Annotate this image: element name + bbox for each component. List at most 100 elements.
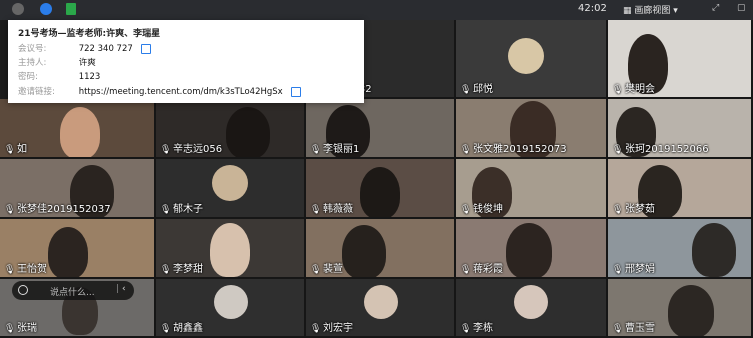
participant-avatar bbox=[364, 285, 398, 319]
participant-name: 🎙 如 bbox=[4, 144, 27, 155]
participant-video bbox=[360, 167, 400, 217]
exam-room-title: 21号考场—监考老师:许爽、李瑞星 bbox=[18, 29, 161, 39]
meeting-id-label: 会议号: bbox=[18, 44, 47, 54]
participant-name: 🎙 胡鑫鑫 bbox=[160, 323, 203, 334]
mic-icon: 🎙 bbox=[612, 85, 624, 95]
video-tile[interactable]: 🎙 张珂2019152066 bbox=[608, 99, 753, 159]
participant-video bbox=[506, 223, 552, 277]
participant-video bbox=[48, 227, 88, 277]
mic-icon: 🎙 bbox=[160, 205, 172, 215]
view-mode-button[interactable]: ▦ 画廊视图 ▾ bbox=[623, 3, 678, 16]
mic-icon: 🎙 bbox=[4, 205, 16, 215]
host-label: 主持人: bbox=[18, 58, 47, 68]
signal-icon bbox=[66, 3, 76, 15]
participant-name: 🎙 樊明会 bbox=[612, 84, 655, 95]
meeting-duration: 42:02 bbox=[578, 3, 607, 14]
video-tile[interactable]: 🎙 蒋彩霞 bbox=[456, 219, 608, 279]
participant-name: 🎙 蒋彩霞 bbox=[460, 264, 503, 275]
participant-name: 🎙 王怡贺 bbox=[4, 264, 47, 275]
mic-icon: 🎙 bbox=[310, 324, 322, 334]
copy-icon[interactable] bbox=[141, 43, 152, 54]
password-label: 密码: bbox=[18, 72, 38, 82]
participant-name: 🎙 张珂2019152066 bbox=[612, 144, 709, 155]
mic-icon: 🎙 bbox=[4, 324, 16, 334]
video-tile[interactable]: 🎙 王怡贺 bbox=[0, 219, 156, 279]
video-tile[interactable]: 🎙 郁木子 bbox=[156, 159, 306, 219]
mic-icon: 🎙 bbox=[160, 324, 172, 334]
security-shield-icon[interactable] bbox=[40, 3, 52, 15]
window-icon[interactable]: ▢ bbox=[737, 3, 746, 13]
participant-avatar bbox=[214, 285, 248, 319]
video-tile[interactable]: 🎙 韩薇薇 bbox=[306, 159, 456, 219]
chat-input-bar[interactable]: 说点什么... | ‹ bbox=[12, 281, 134, 300]
mic-icon: 🎙 bbox=[460, 265, 472, 275]
video-tile[interactable]: 🎙 邱悦 bbox=[456, 20, 608, 99]
video-tile[interactable]: 🎙 辛志远056 bbox=[156, 99, 306, 159]
video-tile[interactable]: 🎙 如 bbox=[0, 99, 156, 159]
host-value: 许爽 bbox=[78, 58, 96, 68]
participant-video bbox=[342, 225, 386, 277]
video-tile[interactable]: 🎙 樊明会 bbox=[608, 20, 753, 99]
participant-name: 🎙 邱悦 bbox=[460, 84, 493, 95]
mic-icon: 🎙 bbox=[4, 265, 16, 275]
video-tile[interactable]: 🎙 钱俊坤 bbox=[456, 159, 608, 219]
video-tile[interactable]: 🎙 张梦茹 bbox=[608, 159, 753, 219]
participant-video bbox=[692, 223, 736, 277]
invite-link-value[interactable]: https://meeting.tencent.com/dm/k3sTLo42H… bbox=[79, 87, 283, 97]
mic-icon: 🎙 bbox=[612, 205, 624, 215]
participant-avatar bbox=[514, 285, 548, 319]
mic-icon: 🎙 bbox=[612, 324, 624, 334]
participant-name: 🎙 韩薇薇 bbox=[310, 204, 353, 215]
participant-video bbox=[668, 285, 714, 336]
meeting-info-card: 21号考场—监考老师:许爽、李瑞星 会议号: 722 340 727 主持人: … bbox=[8, 20, 364, 103]
participant-name: 🎙 钱俊坤 bbox=[460, 204, 503, 215]
video-tile[interactable]: 🎙 李梦甜 bbox=[156, 219, 306, 279]
participant-name: 🎙 张梦佳2019152037 bbox=[4, 204, 111, 215]
participant-name: 🎙 郁木子 bbox=[160, 204, 203, 215]
video-tile[interactable]: 🎙 邢梦娟 bbox=[608, 219, 753, 279]
top-bar: 42:02 ▦ 画廊视图 ▾ ⤢ ▢ bbox=[0, 0, 753, 20]
chat-input-placeholder[interactable]: 说点什么... bbox=[50, 285, 95, 298]
meeting-id-row: 会议号: 722 340 727 bbox=[18, 42, 152, 54]
video-tile[interactable]: 🎙 刘宏宇 bbox=[306, 279, 456, 338]
video-tile[interactable]: 🎙 李栋 bbox=[456, 279, 608, 338]
participant-name: 🎙 李银丽1 bbox=[310, 144, 360, 155]
video-tile[interactable]: 🎙 胡鑫鑫 bbox=[156, 279, 306, 338]
video-tile[interactable]: 🎙 曹玉雪 bbox=[608, 279, 753, 338]
participant-name: 🎙 刘宏宇 bbox=[310, 323, 353, 334]
video-tile[interactable]: 🎙 李银丽1 bbox=[306, 99, 456, 159]
password-value: 1123 bbox=[78, 72, 101, 82]
participant-name: 🎙 张瑞 bbox=[4, 323, 37, 334]
participant-name: 🎙 曹玉雪 bbox=[612, 323, 655, 334]
mic-icon: 🎙 bbox=[160, 145, 172, 155]
host-row: 主持人: 许爽 bbox=[18, 56, 96, 68]
participant-name: 🎙 张梦茹 bbox=[612, 204, 655, 215]
video-tile[interactable]: 🎙 裴萱 bbox=[306, 219, 456, 279]
participant-name: 🎙 李梦甜 bbox=[160, 264, 203, 275]
mic-icon: 🎙 bbox=[612, 145, 624, 155]
settings-icon[interactable] bbox=[12, 3, 24, 15]
view-mode-label: 画廊视图 bbox=[634, 6, 671, 16]
copy-icon[interactable] bbox=[291, 86, 302, 97]
password-row: 密码: 1123 bbox=[18, 70, 100, 82]
mic-icon: 🎙 bbox=[460, 324, 472, 334]
emoji-icon[interactable] bbox=[18, 285, 28, 295]
video-tile[interactable]: 🎙 张文雅2019152073 bbox=[456, 99, 608, 159]
participant-name: 🎙 裴萱 bbox=[310, 264, 343, 275]
participant-name: 🎙 辛志远056 bbox=[160, 144, 223, 155]
fullscreen-icon[interactable]: ⤢ bbox=[712, 3, 719, 13]
mic-icon: 🎙 bbox=[4, 145, 16, 155]
mic-icon: 🎙 bbox=[310, 265, 322, 275]
mic-icon: 🎙 bbox=[460, 205, 472, 215]
collapse-chevron-icon[interactable]: ‹ bbox=[122, 284, 126, 294]
video-tile[interactable]: 🎙 张梦佳2019152037 bbox=[0, 159, 156, 219]
mic-icon: 🎙 bbox=[160, 265, 172, 275]
dog-avatar bbox=[508, 38, 544, 74]
mic-icon: 🎙 bbox=[460, 85, 472, 95]
participant-video bbox=[226, 107, 270, 157]
participant-video bbox=[60, 107, 100, 157]
invite-link-row: 邀请链接: https://meeting.tencent.com/dm/k3s… bbox=[18, 85, 302, 97]
participant-avatar bbox=[212, 165, 248, 201]
meeting-id-value: 722 340 727 bbox=[78, 44, 133, 54]
divider: | bbox=[116, 284, 120, 294]
